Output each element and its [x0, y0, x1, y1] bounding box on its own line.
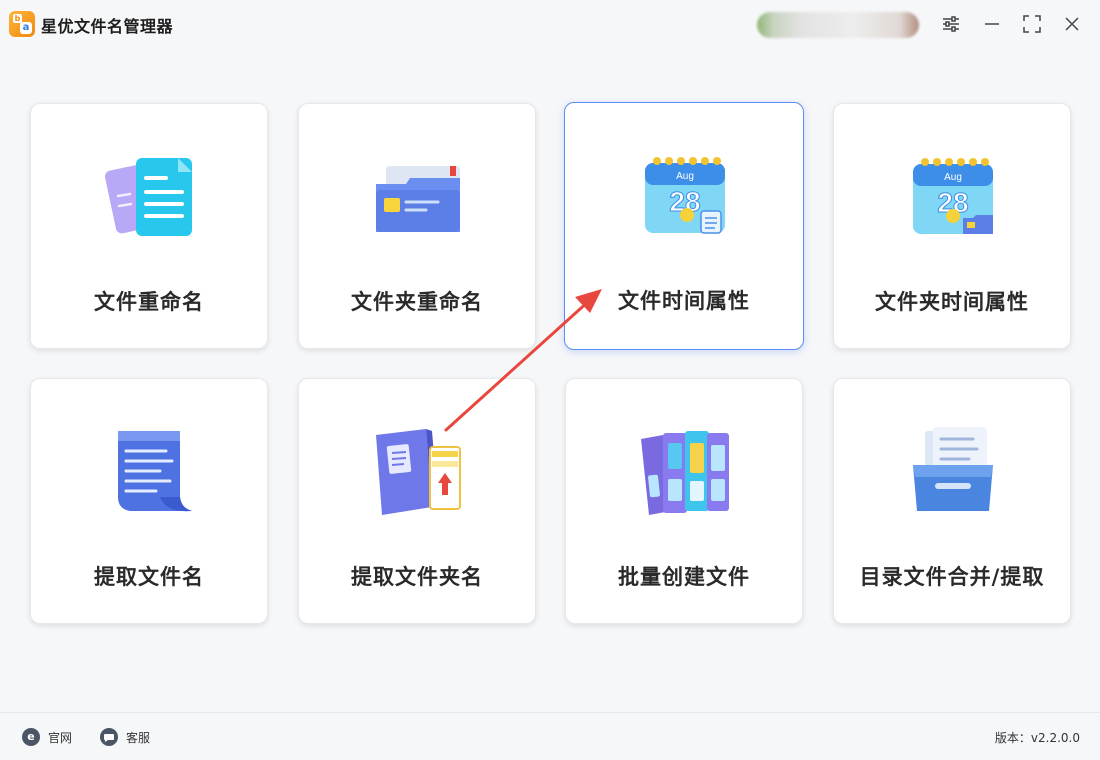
support-label: 客服 [126, 730, 151, 745]
card-label: 文件时间属性 [618, 289, 750, 313]
settings-sliders-icon [943, 16, 959, 32]
card-label: 文件夹时间属性 [875, 290, 1029, 314]
file-rename-icon [105, 158, 192, 236]
maximize-button[interactable] [1017, 10, 1047, 38]
card-label: 文件夹重命名 [351, 290, 483, 314]
card-extract-foldername[interactable]: 提取文件夹名 [298, 378, 536, 624]
card-folder-time-attributes[interactable]: Aug 28 文件夹时间属性 [833, 103, 1071, 349]
maximize-icon [1023, 15, 1041, 33]
card-extract-filename[interactable]: 提取文件名 [30, 378, 268, 624]
title-bar: b a 星优文件名管理器 [0, 0, 1100, 48]
folder-rename-icon [376, 166, 460, 232]
calendar-month: Aug [944, 172, 962, 183]
minimize-icon [985, 23, 999, 25]
logo-glyph-bottom: a [20, 22, 32, 34]
card-merge-extract[interactable]: 目录文件合并/提取 [833, 378, 1071, 624]
card-label: 文件重命名 [94, 290, 204, 314]
batch-create-icon [641, 431, 729, 515]
calendar-month: Aug [676, 171, 694, 182]
ie-globe-icon: e [22, 728, 40, 746]
merge-extract-icon [913, 427, 993, 511]
card-file-time-attributes[interactable]: Aug 28 文件时间属性 [564, 102, 804, 350]
user-account-avatar[interactable] [757, 12, 919, 38]
close-button[interactable] [1057, 10, 1087, 38]
card-folder-rename[interactable]: 文件夹重命名 [298, 103, 536, 349]
card-label: 提取文件名 [94, 565, 204, 589]
card-label: 批量创建文件 [618, 565, 750, 589]
website-link[interactable]: e 官网 [22, 727, 72, 747]
card-file-rename[interactable]: 文件重命名 [30, 103, 268, 349]
extract-foldername-icon [376, 429, 461, 515]
minimize-button[interactable] [977, 10, 1007, 38]
version-text: 版本：v2.2.0.0 [994, 731, 1080, 745]
app-title: 星优文件名管理器 [41, 17, 174, 36]
close-icon [1065, 17, 1079, 31]
card-label: 提取文件夹名 [351, 565, 483, 589]
calendar-file-icon: Aug 28 [645, 157, 725, 234]
website-label: 官网 [48, 730, 73, 745]
calendar-folder-icon: Aug 28 [913, 158, 993, 234]
app-logo-icon: b a [9, 11, 35, 37]
card-batch-create-files[interactable]: 批量创建文件 [565, 378, 803, 624]
chat-bubble-icon [100, 728, 118, 746]
extract-filename-icon [118, 431, 192, 512]
card-label: 目录文件合并/提取 [859, 565, 1045, 589]
support-link[interactable]: 客服 [100, 727, 150, 747]
status-bar: e 官网 客服 版本：v2.2.0.0 [0, 712, 1100, 760]
settings-button[interactable] [936, 10, 966, 38]
